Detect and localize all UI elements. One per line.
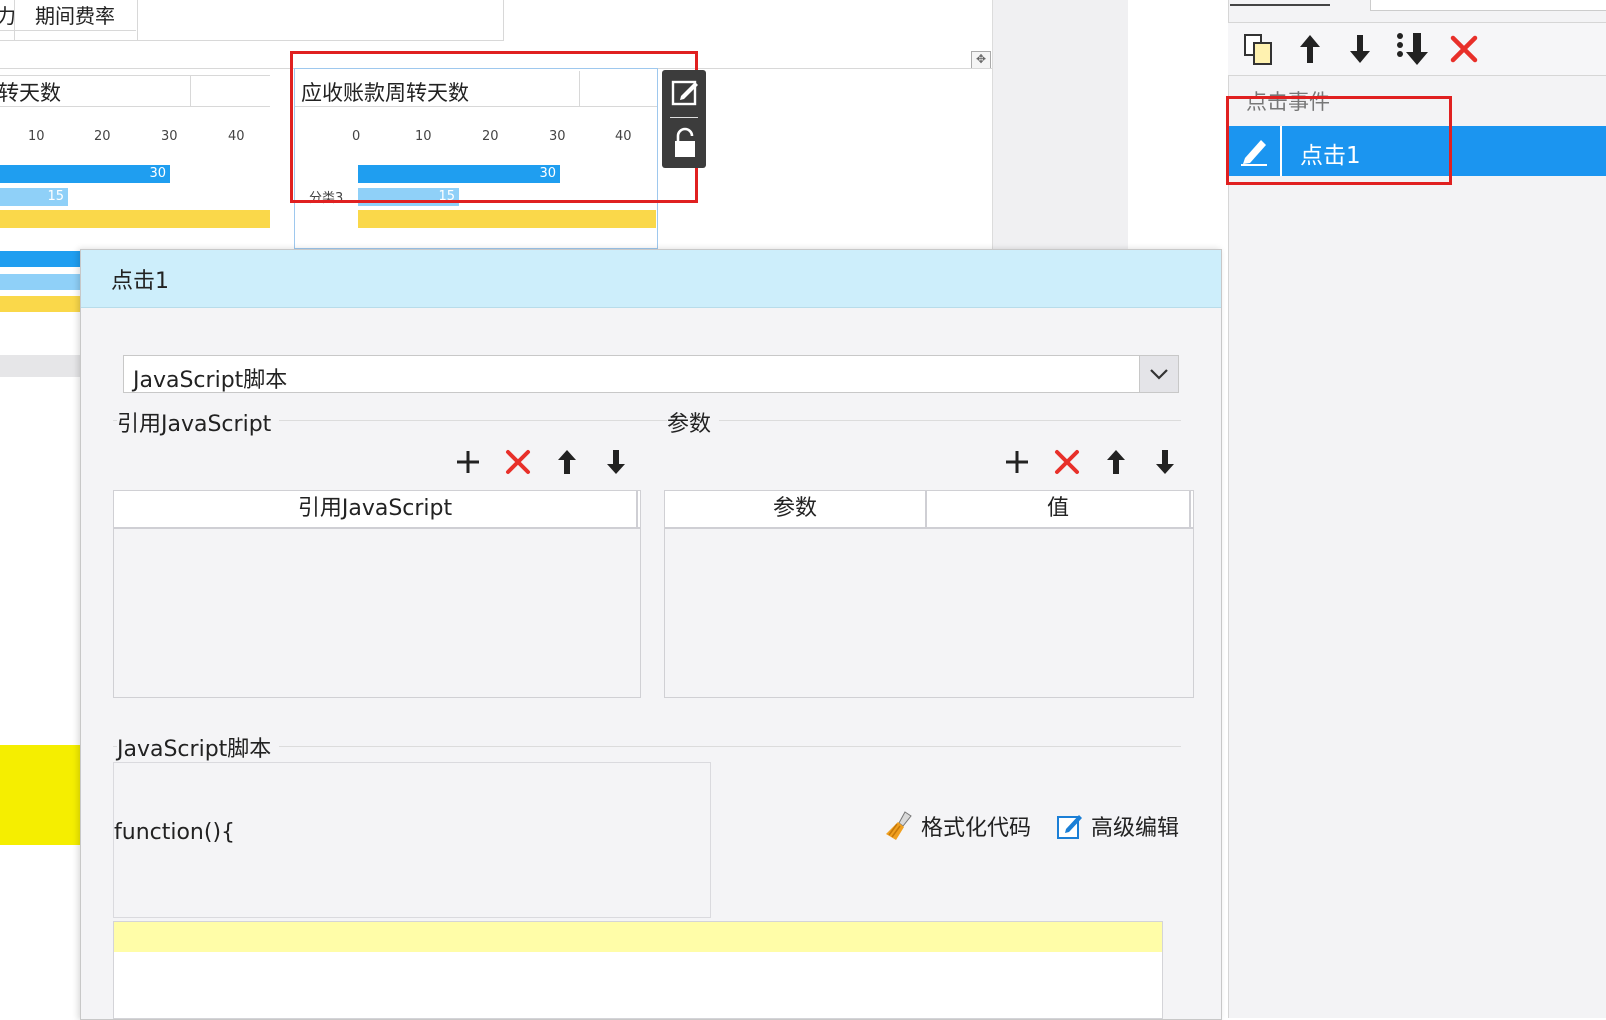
panel-top-label-clip [1230,0,1330,6]
chart-left[interactable]: 转天数 10 20 30 40 30 15 [0,69,270,249]
move-to-bottom-icon[interactable] [1394,31,1430,67]
function-signature: function(){ [114,820,236,845]
dialog-title-bar[interactable]: 点击1 [81,250,1221,308]
tick-label: 10 [28,129,45,144]
floating-toolbar [662,70,706,168]
tick-label: 20 [94,129,111,144]
bar-blue: 30 [0,165,170,183]
bar-lightblue: 15 [0,188,68,206]
table-header-cell: 期间费率 [14,0,138,40]
delete-x-icon[interactable] [501,445,535,479]
chart-left-rule [0,75,270,76]
canvas-band [0,355,80,377]
delete-x-icon[interactable] [1050,445,1084,479]
yellow-block [0,745,80,845]
bar-yellow [0,210,270,228]
table-rule [0,30,136,31]
unlock-icon[interactable] [670,126,700,160]
arrow-down-icon[interactable] [1342,31,1378,67]
column-header-param[interactable]: 参数 [665,491,927,527]
table-header-label: 期间费率 [35,4,115,28]
delete-x-icon[interactable] [1446,31,1482,67]
arrow-up-icon[interactable] [550,445,584,479]
bar-yellow [358,210,656,228]
params-group-label: 参数 [667,406,720,438]
arrow-down-icon[interactable] [599,445,633,479]
bar-lightblue [0,274,80,290]
highlight-box [290,51,698,203]
broom-icon [886,811,912,840]
active-line-highlight [114,922,1162,952]
format-code-label: 格式化代码 [921,816,1032,841]
panel-top-field[interactable] [1370,0,1606,11]
expand-icon[interactable]: ✥ [971,51,991,69]
copy-icon[interactable] [1240,31,1276,67]
chart-left-divider [190,75,191,106]
chevron-down-icon[interactable] [1139,356,1178,392]
params-table: 参数 值 [664,490,1194,698]
add-icon[interactable] [451,445,485,479]
event-toolbar [1228,22,1606,76]
column-header-value[interactable]: 值 [927,491,1191,527]
arrow-up-icon[interactable] [1292,31,1328,67]
event-type-select[interactable]: JavaScript脚本 [123,355,1179,393]
bar-blue [0,251,80,267]
arrow-up-icon[interactable] [1099,445,1133,479]
advanced-edit-button[interactable]: 高级编辑 [1055,810,1179,842]
chart-left-title: 转天数 [0,81,61,105]
bar-yellow [0,296,80,312]
tick-label: 30 [161,129,178,144]
edit-document-icon [1057,815,1082,839]
top-table: 力 期间费率 [0,0,504,41]
ref-js-table: 引用JavaScript [113,490,641,698]
script-group-label: JavaScript脚本 [117,731,280,763]
code-editor[interactable] [113,921,1163,1019]
function-signature-area: function(){ [113,762,711,918]
arrow-down-icon[interactable] [1148,445,1182,479]
group-rule [651,420,1181,421]
highlight-box [1226,96,1452,185]
toolbar-separator [670,117,698,118]
ref-js-group-label: 引用JavaScript [117,406,280,438]
dialog-title: 点击1 [111,269,169,294]
ref-js-table-header: 引用JavaScript [114,491,640,529]
column-header[interactable]: 引用JavaScript [114,491,638,527]
add-icon[interactable] [1000,445,1034,479]
params-table-header: 参数 值 [665,491,1193,529]
event-dialog: 点击1 JavaScript脚本 引用JavaScript 引用JavaScri… [80,249,1222,1020]
edit-icon[interactable] [670,77,700,107]
format-code-button[interactable]: 格式化代码 [883,810,1031,842]
tick-label: 40 [228,129,245,144]
advanced-edit-label: 高级编辑 [1091,816,1180,841]
event-type-value: JavaScript脚本 [133,368,288,393]
